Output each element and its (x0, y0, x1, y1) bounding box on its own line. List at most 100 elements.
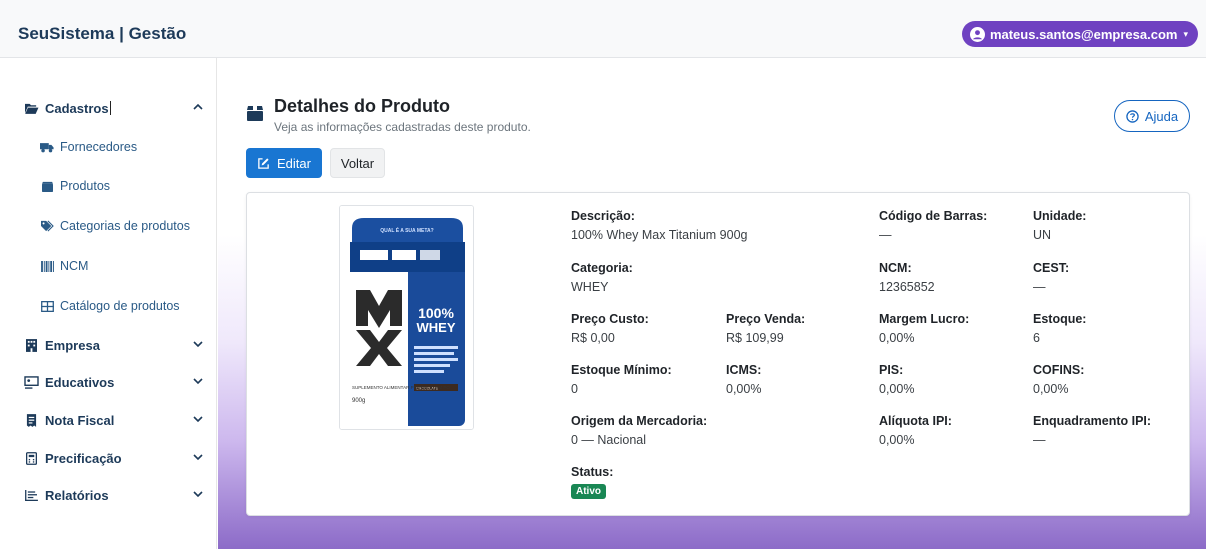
sidebar-section-label: Empresa (45, 337, 100, 353)
sidebar-section-educativos[interactable]: Educativos (24, 372, 208, 392)
chevron-down-icon (193, 378, 203, 385)
caret-down-icon: ▾ (1183, 28, 1188, 39)
table-icon (40, 300, 54, 313)
chevron-up-icon (193, 103, 203, 110)
field-unidade: Unidade: UN (1033, 209, 1086, 242)
field-value: — (879, 228, 892, 242)
list-icon (24, 488, 39, 502)
field-label: Preço Custo: (571, 312, 649, 326)
chevron-down-icon (193, 416, 203, 423)
edit-button[interactable]: Editar (246, 148, 322, 178)
sidebar-section-label: Cadastros (45, 100, 109, 116)
receipt-icon (24, 413, 39, 427)
brand-text-2: WHEY (417, 320, 456, 335)
field-label: Status: (571, 465, 614, 479)
field-value: R$ 109,99 (726, 331, 784, 345)
field-label: PIS: (879, 363, 904, 377)
field-value: 12365852 (879, 280, 935, 294)
user-email: mateus.santos@empresa.com (989, 26, 1178, 42)
field-value: UN (1033, 228, 1052, 242)
sidebar-item-produtos[interactable]: Produtos (40, 177, 110, 195)
edit-icon (258, 157, 269, 169)
field-cofins: COFINS: 0,00% (1033, 363, 1084, 396)
banner-text: QUAL É A SUA META? (380, 226, 433, 234)
box-icon (40, 180, 54, 193)
field-value: 0,00% (1033, 382, 1069, 396)
field-label: Unidade: (1033, 209, 1087, 223)
folder-open-icon (24, 101, 39, 115)
sidebar-item-categorias[interactable]: Categorias de produtos (40, 217, 190, 235)
back-button[interactable]: Voltar (330, 148, 385, 178)
field-value: 100% Whey Max Titanium 900g (571, 228, 748, 242)
help-button-label: Ajuda (1144, 108, 1179, 124)
field-ncm: NCM: 12365852 (879, 261, 935, 294)
field-value: 0,00% (879, 433, 915, 447)
field-value: 0,00% (879, 382, 915, 396)
help-button[interactable]: Ajuda (1114, 100, 1190, 132)
weight-text: 900g (352, 398, 365, 404)
field-label: Categoria: (571, 261, 633, 275)
field-value: 0,00% (879, 331, 915, 345)
sidebar-item-ncm[interactable]: NCM (40, 257, 88, 275)
chalkboard-icon (24, 375, 39, 389)
sidebar-item-label: Categorias de produtos (60, 219, 190, 233)
tags-icon (40, 220, 54, 233)
field-value: WHEY (571, 280, 609, 294)
page-title: Detalhes do Produto (274, 96, 451, 116)
sidebar: Cadastros Fornecedores Produtos Categori… (0, 58, 217, 549)
field-origem: Origem da Mercadoria: 0 — Nacional (571, 414, 707, 447)
field-label: Descrição: (571, 209, 635, 223)
brand-logo-text[interactable]: SeuSistema | Gestão (18, 24, 186, 44)
sidebar-section-empresa[interactable]: Empresa (24, 335, 208, 355)
field-label: Alíquota IPI: (879, 414, 952, 428)
field-label: CEST: (1033, 261, 1070, 275)
question-circle-icon (1126, 109, 1139, 123)
product-details-card: QUAL É A SUA META? 100% WHEY CHOCOLATE S… (246, 192, 1190, 516)
sidebar-section-label: Relatórios (45, 487, 109, 503)
chevron-down-icon (193, 341, 203, 348)
sidebar-section-label: Precificação (45, 450, 122, 466)
field-label: NCM: (879, 261, 912, 275)
calculator-icon (24, 451, 39, 465)
sidebar-section-label: Educativos (45, 374, 115, 390)
building-icon (24, 338, 39, 352)
main-content: Detalhes do Produto Veja as informações … (218, 58, 1206, 549)
field-categoria: Categoria: WHEY (571, 261, 633, 294)
sidebar-section-nota-fiscal[interactable]: Nota Fiscal (24, 410, 208, 430)
sidebar-item-label: Fornecedores (60, 140, 138, 154)
sidebar-item-fornecedores[interactable]: Fornecedores (40, 138, 137, 156)
field-enquadramento-ipi: Enquadramento IPI: — (1033, 414, 1151, 447)
field-value: 6 (1033, 331, 1040, 345)
user-menu-button[interactable]: mateus.santos@empresa.com ▾ (961, 21, 1198, 47)
sidebar-section-cadastros[interactable]: Cadastros (24, 98, 208, 118)
sidebar-item-label: Produtos (60, 179, 111, 193)
chevron-down-icon (193, 491, 203, 498)
field-value: 0 — Nacional (571, 433, 647, 447)
field-label: Preço Venda: (726, 312, 806, 326)
field-aliquota-ipi: Alíquota IPI: 0,00% (879, 414, 952, 447)
field-margem-lucro: Margem Lucro: 0,00% (879, 312, 969, 345)
sidebar-section-relatorios[interactable]: Relatórios (24, 485, 208, 505)
status-badge: Ativo (571, 484, 606, 499)
truck-icon (40, 141, 54, 154)
field-label: Enquadramento IPI: (1033, 414, 1152, 428)
product-image: QUAL É A SUA META? 100% WHEY CHOCOLATE S… (339, 205, 474, 430)
side-text: SUPLEMENTO ALIMENTAR PROTEICO EM PÓ (352, 384, 450, 390)
field-label: Origem da Mercadoria: (571, 414, 708, 428)
field-value: R$ 0,00 (571, 331, 615, 345)
sidebar-section-precificacao[interactable]: Precificação (24, 448, 208, 468)
box-icon (247, 106, 263, 121)
field-value: 0 (571, 382, 578, 396)
brand-text: 100% (418, 305, 454, 321)
sidebar-item-label: NCM (60, 259, 89, 273)
field-value: — (1033, 280, 1046, 294)
field-label: COFINS: (1033, 363, 1085, 377)
field-descricao: Descrição: 100% Whey Max Titanium 900g (571, 209, 747, 242)
top-navbar: SeuSistema | Gestão mateus.santos@empres… (0, 0, 1206, 58)
field-icms: ICMS: 0,00% (726, 363, 761, 396)
field-label: Estoque: (1033, 312, 1087, 326)
sidebar-item-catalogo[interactable]: Catálogo de produtos (40, 297, 180, 315)
field-value: — (1033, 433, 1046, 447)
field-pis: PIS: 0,00% (879, 363, 914, 396)
page-subtitle: Veja as informações cadastradas deste pr… (274, 120, 531, 134)
